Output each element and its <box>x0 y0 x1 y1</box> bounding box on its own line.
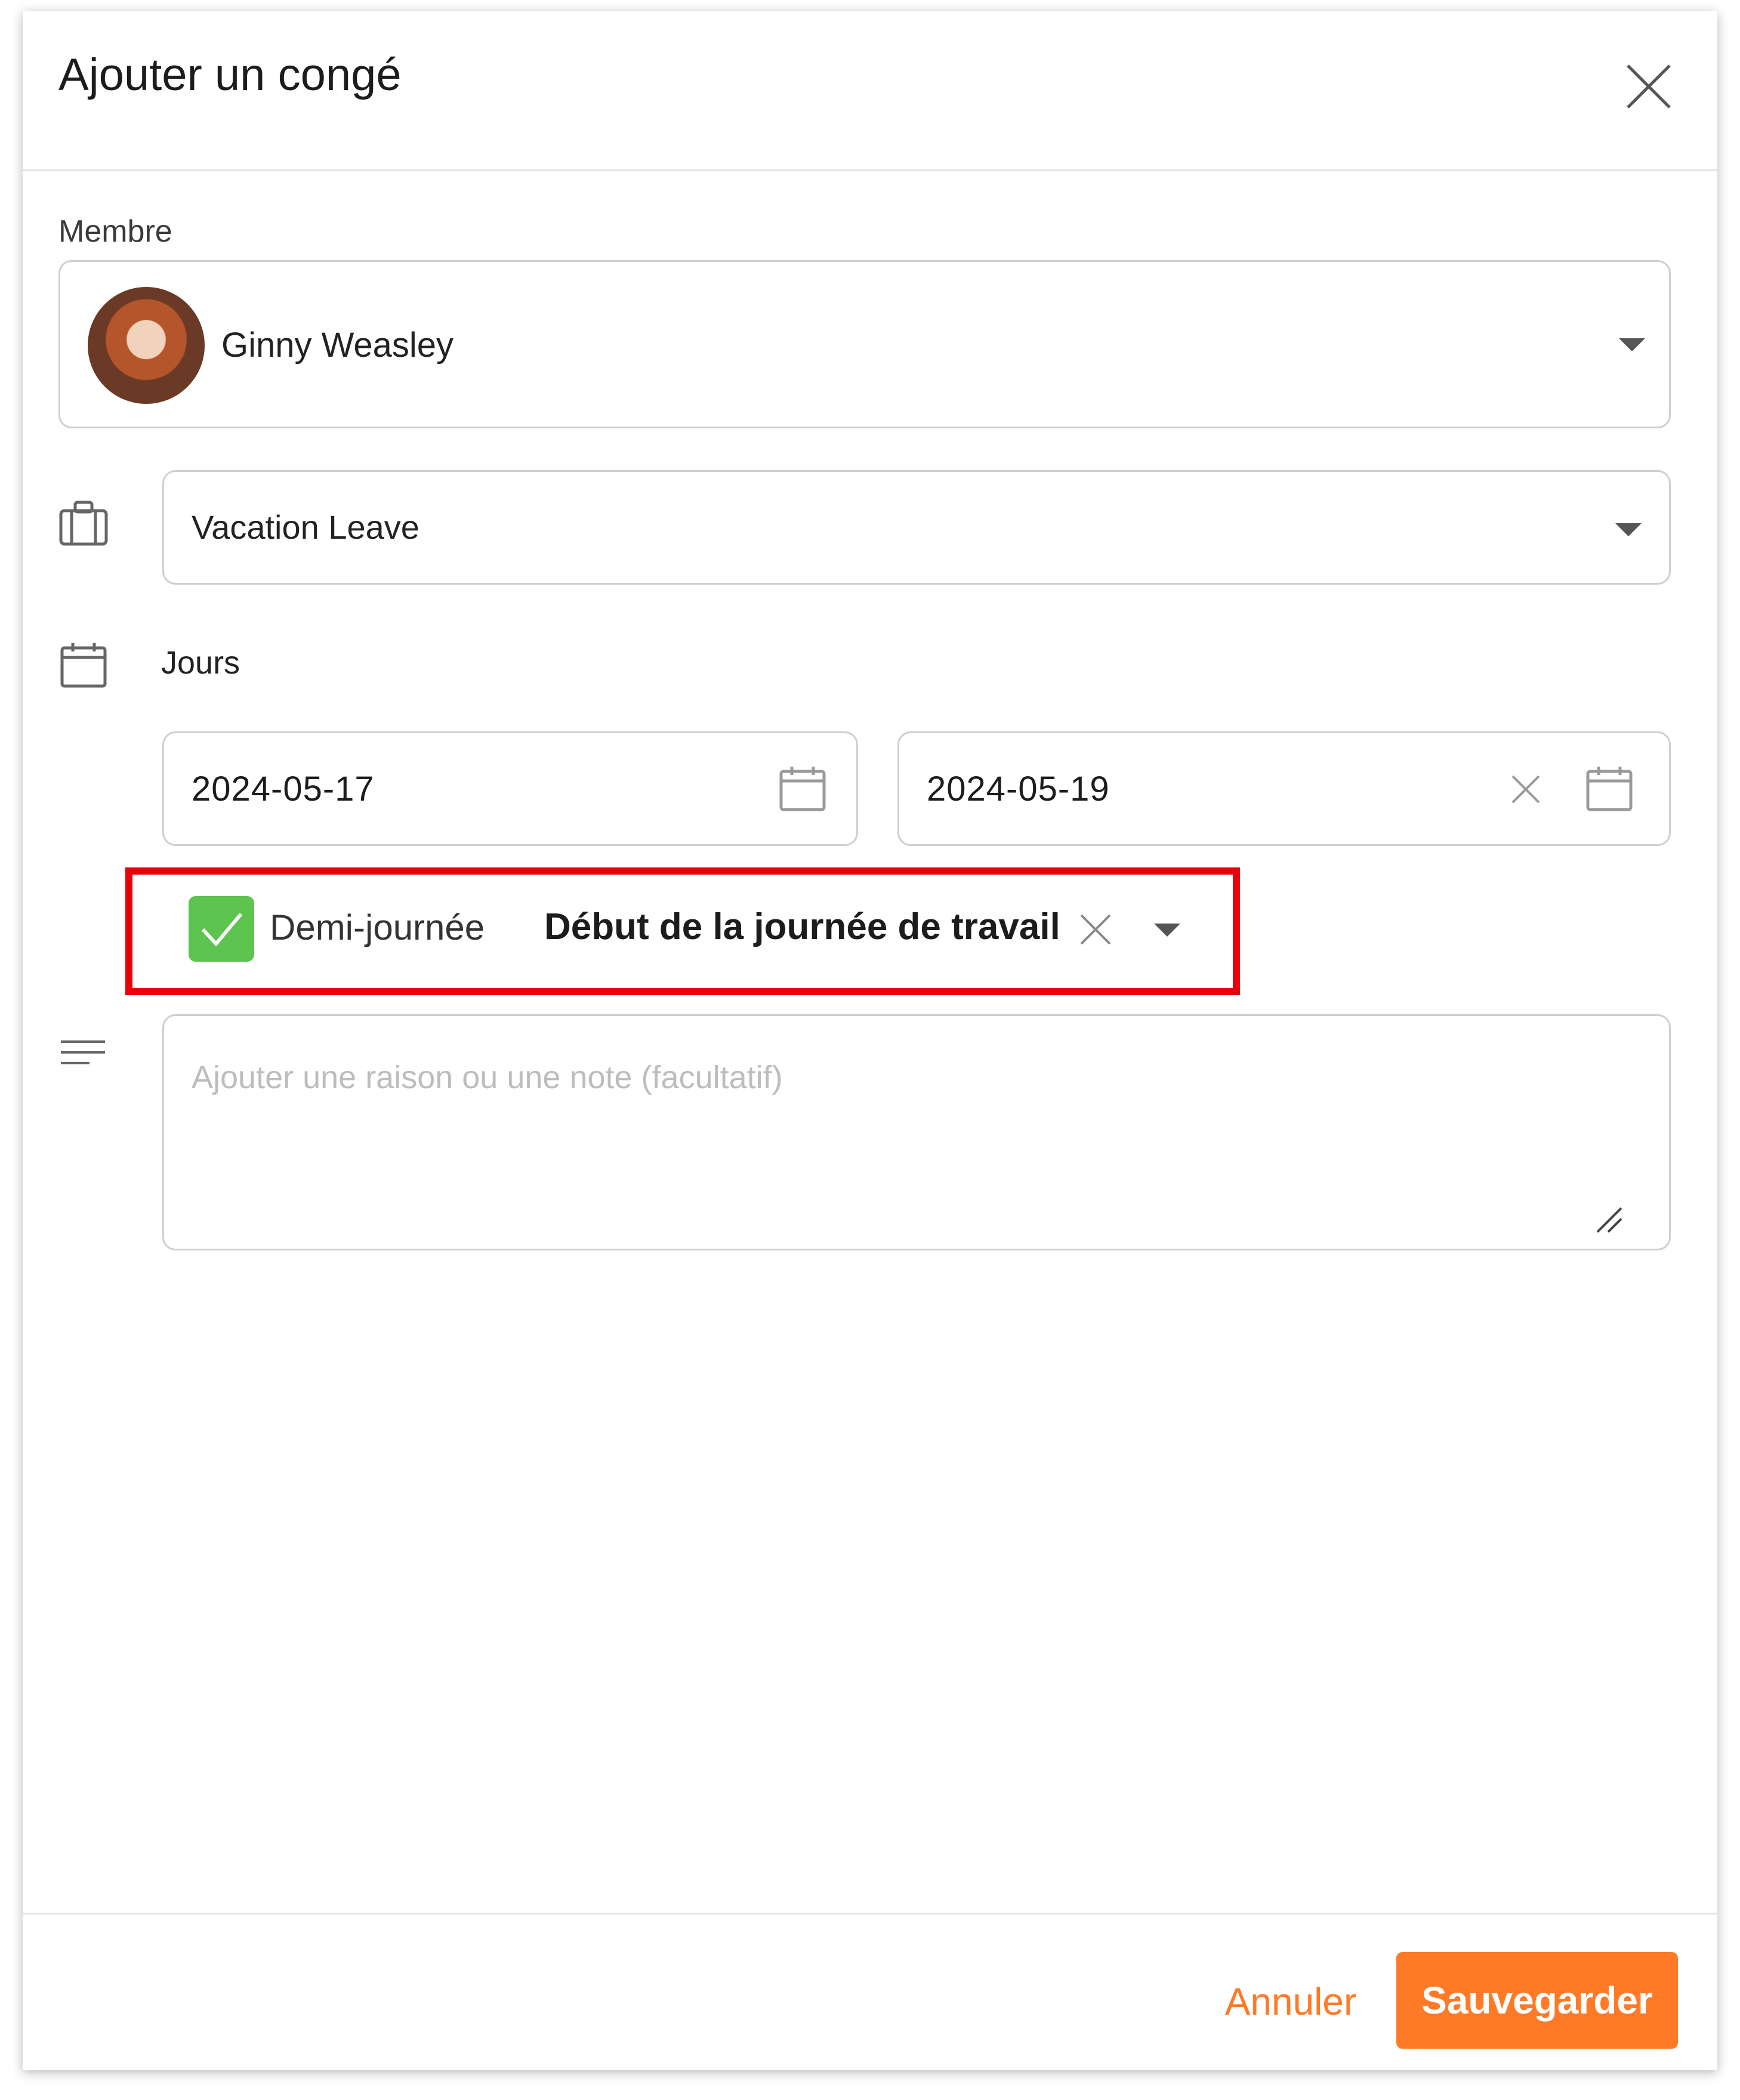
calendar-icon[interactable] <box>779 765 826 816</box>
note-placeholder: Ajouter une raison ou une note (facultat… <box>192 1060 783 1095</box>
member-select[interactable]: Ginny Weasley <box>58 260 1671 428</box>
half-day-period-select[interactable]: Début de la journée de travail <box>544 906 1060 948</box>
half-day-highlight: Demi-journée Début de la journée de trav… <box>125 867 1240 995</box>
save-button[interactable]: Sauvegarder <box>1396 1952 1678 2049</box>
start-date-field[interactable]: 2024-05-17 <box>162 731 858 846</box>
chevron-down-icon <box>1619 338 1645 351</box>
resize-handle-icon[interactable] <box>1593 1203 1625 1239</box>
cancel-button[interactable]: Annuler <box>1210 1969 1371 2034</box>
add-leave-dialog: Ajouter un congé Membre Ginny Weasley Va… <box>23 11 1717 2070</box>
half-day-label: Demi-journée <box>270 907 485 947</box>
start-date-value: 2024-05-17 <box>192 770 375 808</box>
clear-icon[interactable] <box>1078 912 1113 950</box>
member-label: Membre <box>58 214 172 249</box>
text-lines-icon <box>60 1038 107 1077</box>
calendar-icon <box>60 642 107 693</box>
chevron-down-icon[interactable] <box>1154 924 1180 937</box>
dialog-header: Ajouter un congé <box>23 11 1717 171</box>
end-date-field[interactable]: 2024-05-19 <box>897 731 1671 846</box>
leave-type-select[interactable]: Vacation Leave <box>162 470 1671 585</box>
leave-type-value: Vacation Leave <box>192 508 419 546</box>
clear-icon[interactable] <box>1509 773 1542 809</box>
calendar-icon[interactable] <box>1585 765 1633 816</box>
member-name: Ginny Weasley <box>221 326 453 365</box>
dialog-title: Ajouter un congé <box>58 50 402 100</box>
chevron-down-icon <box>1615 523 1642 536</box>
half-day-checkbox[interactable] <box>189 896 254 962</box>
briefcase-icon <box>58 500 109 551</box>
end-date-value: 2024-05-19 <box>927 770 1110 808</box>
days-label: Jours <box>161 645 240 681</box>
footer-divider <box>23 1913 1717 1914</box>
avatar <box>88 287 205 404</box>
note-textarea[interactable]: Ajouter une raison ou une note (facultat… <box>162 1014 1671 1250</box>
check-icon <box>201 913 243 947</box>
close-icon[interactable] <box>1622 60 1676 113</box>
